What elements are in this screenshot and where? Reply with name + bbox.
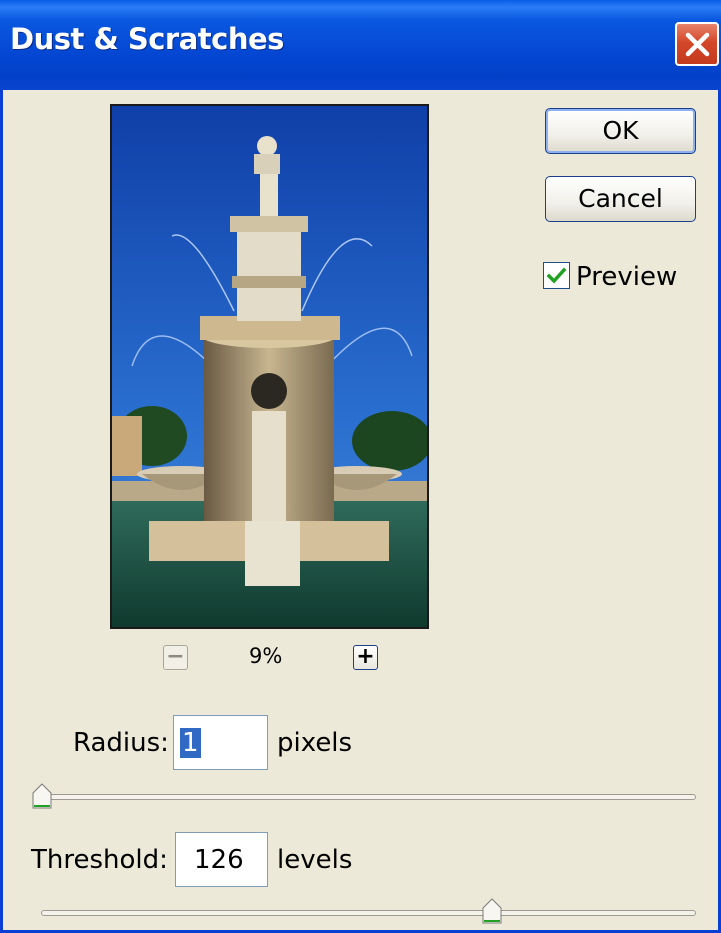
preview-label[interactable]: Preview bbox=[576, 262, 677, 292]
threshold-unit: levels bbox=[277, 845, 353, 875]
radius-slider-thumb[interactable] bbox=[32, 783, 52, 809]
dust-scratches-dialog: Dust & Scratches OK Cancel Preview − 9% … bbox=[0, 0, 721, 933]
radius-label: Radius: bbox=[73, 728, 169, 758]
fountain-photo bbox=[112, 106, 427, 627]
zoom-in-button[interactable]: + bbox=[353, 645, 378, 670]
zoom-level: 9% bbox=[249, 644, 283, 668]
checkmark-icon bbox=[547, 267, 567, 284]
threshold-value: 126 bbox=[194, 845, 244, 875]
filter-preview-image[interactable] bbox=[110, 104, 429, 629]
zoom-out-button[interactable]: − bbox=[163, 645, 188, 670]
close-button[interactable] bbox=[675, 22, 719, 66]
preview-checkbox[interactable] bbox=[543, 262, 570, 289]
title-bar[interactable]: Dust & Scratches bbox=[0, 0, 721, 90]
radius-unit: pixels bbox=[277, 728, 353, 758]
radius-input[interactable]: 1 bbox=[173, 715, 268, 770]
dialog-title: Dust & Scratches bbox=[10, 22, 284, 56]
threshold-input[interactable]: 126 bbox=[175, 832, 268, 887]
cancel-button[interactable]: Cancel bbox=[545, 176, 696, 222]
radius-slider-track[interactable] bbox=[41, 794, 696, 800]
threshold-slider-thumb[interactable] bbox=[482, 898, 502, 924]
threshold-slider-track[interactable] bbox=[41, 910, 696, 916]
radius-value: 1 bbox=[180, 728, 201, 758]
close-icon bbox=[685, 32, 710, 57]
ok-button[interactable]: OK bbox=[545, 108, 696, 154]
threshold-label: Threshold: bbox=[31, 845, 168, 875]
